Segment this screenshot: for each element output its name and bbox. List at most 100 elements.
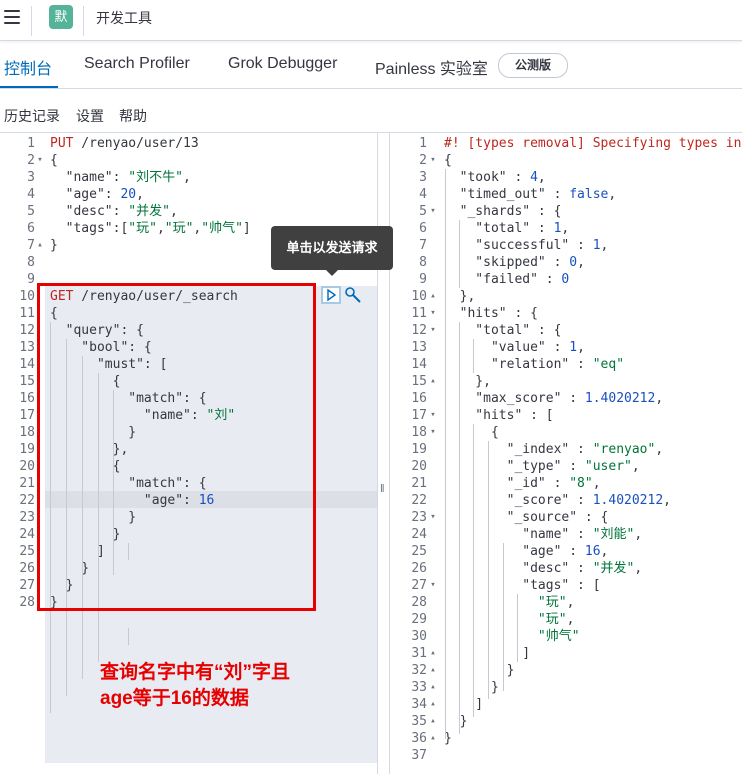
divider	[83, 6, 84, 36]
code-line: 17 ▾ "hits" : [	[390, 407, 742, 424]
fold-close-icon[interactable]: ▴	[428, 288, 438, 305]
tab-search-profiler[interactable]: Search Profiler	[84, 55, 190, 73]
line-number: 8	[27, 255, 35, 270]
fold-open-icon[interactable]: ▾	[428, 509, 438, 526]
line-number: 31	[411, 646, 427, 661]
fold-open-icon[interactable]: ▾	[428, 424, 438, 441]
code-token: },	[444, 289, 476, 304]
line-number: 4	[419, 187, 427, 202]
code-token: ,	[537, 170, 546, 185]
fold-open-icon[interactable]: ▾	[428, 322, 438, 339]
tab-bar: 控制台 Search Profiler Grok Debugger Painle…	[0, 40, 742, 89]
code-token: "刘能"	[592, 527, 635, 542]
line-number: 21	[411, 476, 427, 491]
fold-open-icon[interactable]: ▾	[428, 203, 438, 220]
line-number: 3	[27, 170, 35, 185]
line-number: 14	[19, 357, 35, 372]
line-number: 25	[411, 544, 427, 559]
fold-open-icon[interactable]: ▾	[428, 577, 438, 594]
indent-guide	[488, 441, 489, 699]
code-line: 24 "name" : "刘能",	[390, 526, 742, 543]
fold-close-icon[interactable]: ▴	[35, 237, 45, 254]
fold-close-icon[interactable]: ▴	[428, 662, 438, 679]
code-line: 13 "value" : 1,	[390, 339, 742, 356]
fold-close-icon[interactable]: ▴	[428, 679, 438, 696]
code-line: 31 ▴ ]	[390, 645, 742, 662]
code-token: "并发"	[592, 561, 635, 576]
fold-close-icon[interactable]: ▴	[428, 696, 438, 713]
code-token: ,	[577, 255, 585, 270]
line-number: 12	[19, 323, 35, 338]
tab-painless-lab[interactable]: Painless 实验室	[375, 55, 488, 79]
code-token: }	[444, 714, 468, 729]
code-token: ,	[608, 187, 617, 202]
fold-open-icon[interactable]: ▾	[428, 152, 438, 169]
line-number: 33	[411, 680, 427, 695]
code-token: "total" : {	[444, 323, 562, 338]
top-bar: 默 开发工具	[0, 0, 742, 41]
line-number: 9	[419, 272, 427, 287]
send-request-button[interactable]	[321, 286, 341, 304]
code-token: },	[444, 374, 491, 389]
fold-open-icon[interactable]: ▾	[428, 305, 438, 322]
help-link[interactable]: 帮助	[119, 106, 147, 126]
code-token: "并发"	[128, 204, 170, 219]
tab-console[interactable]: 控制台	[4, 55, 52, 79]
code-token: ,	[592, 476, 601, 491]
line-number: 35	[411, 714, 427, 729]
code-line: 18 ▾ {	[390, 424, 742, 441]
menu-icon[interactable]	[4, 10, 20, 24]
code-text: ]	[444, 696, 483, 713]
line-number: 25	[19, 544, 35, 559]
code-token: /renyao/user/13	[73, 136, 199, 151]
code-line: 36 ▴}	[390, 730, 742, 747]
wrench-icon[interactable]	[344, 286, 362, 304]
code-token: "_score" :	[444, 493, 593, 508]
code-text: "max_score" : 1.4020212,	[444, 390, 663, 407]
app-icon[interactable]: 默	[49, 5, 73, 29]
code-line: 2 ▾ {	[0, 152, 377, 169]
code-token: "eq"	[592, 357, 625, 372]
line-number: 17	[411, 408, 427, 423]
code-text: "skipped" : 0,	[444, 254, 585, 271]
line-number: 19	[411, 442, 427, 457]
code-text: "tags":["玩","玩","帅气"]	[50, 220, 251, 237]
fold-open-icon[interactable]: ▾	[428, 407, 438, 424]
code-line: 14 "relation" : "eq"	[390, 356, 742, 373]
line-number: 18	[411, 425, 427, 440]
code-line: 3 "took" : 4,	[390, 169, 742, 186]
code-line: 20 "_type" : "user",	[390, 458, 742, 475]
code-token: ,	[561, 221, 570, 236]
line-number: 15	[411, 374, 427, 389]
fold-close-icon[interactable]: ▴	[428, 645, 438, 662]
history-link[interactable]: 历史记录	[4, 106, 60, 126]
line-number: 16	[19, 391, 35, 406]
code-text: "_source" : {	[444, 509, 609, 526]
code-text: "_id" : "8",	[444, 475, 601, 492]
code-line: 4 "age": 20,	[0, 186, 377, 203]
code-text: "玩",	[444, 611, 575, 628]
fold-close-icon[interactable]: ▴	[428, 713, 438, 730]
code-text: },	[444, 373, 491, 390]
code-line: 1 PUT /renyao/user/13	[0, 135, 377, 152]
line-number: 13	[411, 340, 427, 355]
code-token: "relation" :	[444, 357, 593, 372]
line-number: 24	[411, 527, 427, 542]
code-token: 1.4020212	[584, 391, 656, 406]
fold-close-icon[interactable]: ▴	[428, 373, 438, 390]
line-number: 21	[19, 476, 35, 491]
code-text: "_index" : "renyao",	[444, 441, 664, 458]
settings-link[interactable]: 设置	[76, 106, 104, 126]
code-line: 7 "successful" : 1,	[390, 237, 742, 254]
code-token: ,	[631, 459, 640, 474]
tab-grok-debugger[interactable]: Grok Debugger	[228, 55, 337, 73]
annotation-text: 查询名字中有“刘”字且 age等于16的数据	[100, 662, 291, 709]
line-number: 3	[419, 170, 427, 185]
code-line: 5 ▾ "_shards" : {	[390, 203, 742, 220]
code-text: "total" : {	[444, 322, 561, 339]
line-number: 27	[411, 578, 427, 593]
fold-open-icon[interactable]: ▾	[35, 152, 45, 169]
fold-close-icon[interactable]: ▴	[428, 730, 438, 747]
code-token: {	[50, 153, 58, 168]
response-viewer[interactable]: 1 #! [types removal] Specifying types in 2…	[390, 133, 742, 774]
